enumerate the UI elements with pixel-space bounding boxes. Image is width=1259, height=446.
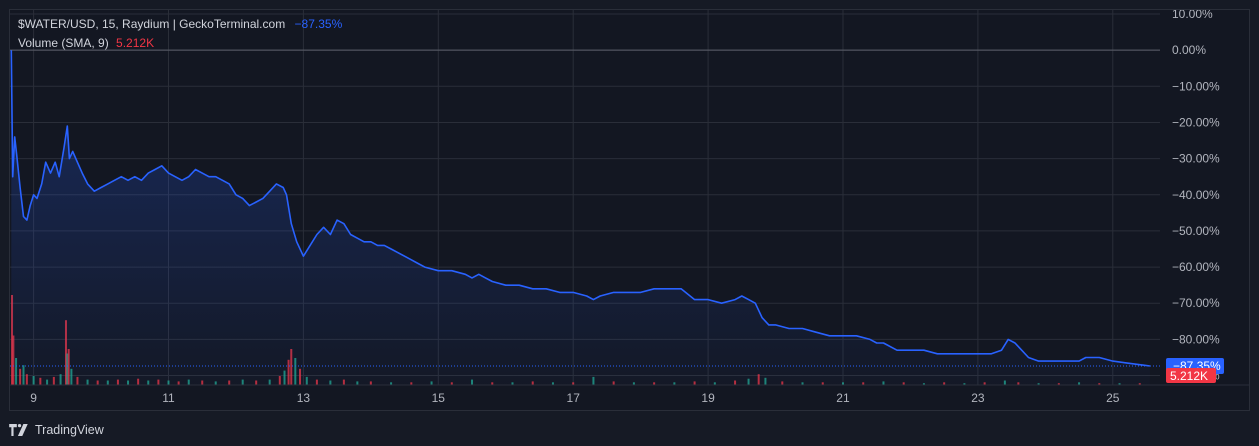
tradingview-logo-icon[interactable] — [9, 424, 29, 436]
price-area-fill — [11, 50, 1150, 385]
y-tick-label: −50.00% — [1172, 224, 1220, 238]
x-tick-label: 9 — [30, 391, 37, 405]
symbol-title[interactable]: $WATER/USD, 15, Raydium | GeckoTerminal.… — [18, 17, 285, 31]
y-tick-label: −40.00% — [1172, 188, 1220, 202]
x-tick-label: 23 — [971, 391, 985, 405]
x-tick-label: 15 — [432, 391, 446, 405]
axes: 9 11 13 15 17 19 21 23 25 — [10, 384, 1249, 405]
y-tick-label: 0.00% — [1172, 43, 1206, 57]
legend-volume: Volume (SMA, 9) 5.212K — [18, 36, 154, 50]
y-tick-label: −70.00% — [1172, 296, 1220, 310]
last-volume-tag-label: 5.212K — [1170, 369, 1208, 383]
price-area — [11, 50, 1150, 385]
price-chart[interactable]: 9 11 13 15 17 19 21 23 25 10.00% 0.00% −10.00% −20.… — [10, 10, 1250, 411]
volume-value: 5.212K — [116, 36, 155, 50]
x-tick-label: 25 — [1106, 391, 1120, 405]
footer-brand[interactable]: TradingView — [35, 423, 104, 437]
x-tick-label: 11 — [162, 391, 175, 405]
x-tick-label: 19 — [701, 391, 715, 405]
y-tick-label: −80.00% — [1172, 332, 1220, 346]
y-tick-label: −30.00% — [1172, 152, 1220, 166]
y-tick-label: −20.00% — [1172, 115, 1220, 129]
y-tick-label: 10.00% — [1172, 10, 1213, 21]
volume-title[interactable]: Volume (SMA, 9) — [18, 36, 109, 50]
legend-symbol: $WATER/USD, 15, Raydium | GeckoTerminal.… — [18, 17, 342, 31]
y-tick-label: −60.00% — [1172, 260, 1220, 274]
x-tick-label: 21 — [836, 391, 850, 405]
change-value: −87.35% — [294, 17, 343, 31]
chart-frame[interactable]: 9 11 13 15 17 19 21 23 25 10.00% 0.00% −10.00% −20.… — [9, 9, 1250, 411]
y-tick-label: −10.00% — [1172, 79, 1220, 93]
price-scale-labels: 10.00% 0.00% −10.00% −20.00% −30.00% −40.00% −… — [1166, 10, 1224, 383]
x-tick-label: 17 — [567, 391, 581, 405]
x-tick-label: 13 — [297, 391, 311, 405]
footer: TradingView — [9, 420, 104, 440]
